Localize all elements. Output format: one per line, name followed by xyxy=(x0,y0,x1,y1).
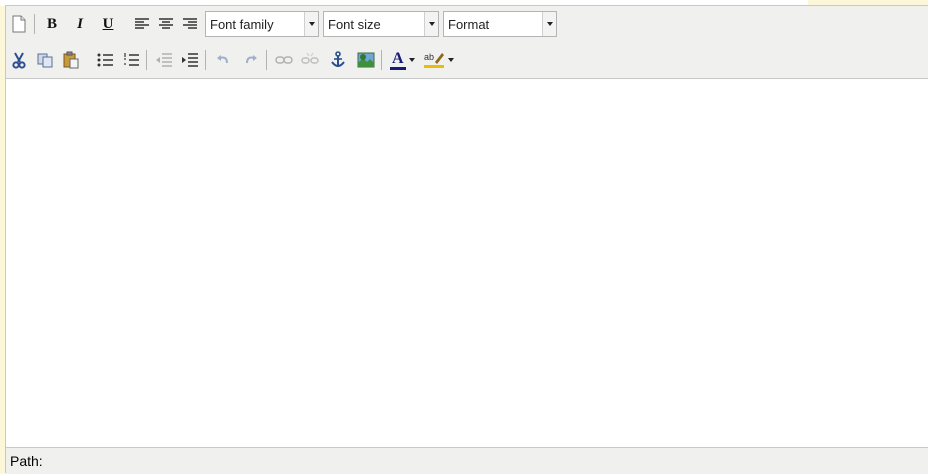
paste-icon xyxy=(63,51,79,69)
font-size-dropdown-arrow[interactable] xyxy=(424,12,438,36)
align-left-button[interactable] xyxy=(131,13,153,35)
copy-icon xyxy=(37,53,53,68)
unlink-button[interactable] xyxy=(299,49,321,71)
paste-button[interactable] xyxy=(60,49,82,71)
underline-icon: U xyxy=(102,15,114,32)
chevron-down-icon[interactable] xyxy=(408,58,415,62)
anchor-icon xyxy=(331,51,345,67)
toolbar-separator xyxy=(34,14,35,34)
italic-button[interactable]: I xyxy=(69,13,91,35)
toolbar-separator xyxy=(205,50,206,70)
new-document-button[interactable] xyxy=(8,13,30,35)
link-icon xyxy=(275,56,293,64)
align-center-icon xyxy=(159,18,173,29)
format-label: Format xyxy=(448,16,490,32)
toolbar-separator xyxy=(266,50,267,70)
format-select[interactable]: Format xyxy=(443,11,557,37)
font-family-select[interactable]: Font family xyxy=(205,11,319,37)
bold-icon: B xyxy=(46,15,57,32)
unlink-icon xyxy=(301,52,319,64)
toolbar-row-1: B I U Font family Font size Format xyxy=(6,8,928,40)
highlight-icon: ab xyxy=(423,52,444,68)
numbered-list-icon xyxy=(124,53,139,66)
text-color-icon: A xyxy=(390,50,406,70)
undo-icon xyxy=(217,55,228,64)
font-size-select[interactable]: Font size xyxy=(323,11,439,37)
image-button[interactable] xyxy=(355,49,377,71)
font-family-dropdown-arrow[interactable] xyxy=(304,12,318,36)
underline-button[interactable]: U xyxy=(97,13,119,35)
align-right-icon xyxy=(183,18,197,29)
chevron-down-icon xyxy=(428,22,435,26)
copy-button[interactable] xyxy=(34,49,56,71)
toolbar-separator xyxy=(146,50,147,70)
image-icon xyxy=(357,52,375,68)
toolbar-row-2: A ab xyxy=(6,44,928,76)
italic-icon: I xyxy=(77,15,83,32)
new-document-icon xyxy=(12,15,26,33)
bold-button[interactable]: B xyxy=(41,13,63,35)
path-label: Path: xyxy=(10,453,43,469)
bullet-list-button[interactable] xyxy=(94,49,116,71)
chevron-down-icon xyxy=(546,22,553,26)
anchor-button[interactable] xyxy=(327,49,349,71)
link-button[interactable] xyxy=(273,49,295,71)
indent-button[interactable] xyxy=(179,49,201,71)
outdent-button[interactable] xyxy=(153,49,175,71)
svg-text:ab: ab xyxy=(424,52,434,62)
outdent-icon xyxy=(156,53,172,67)
highlight-color-button[interactable]: ab xyxy=(423,50,454,70)
rich-text-editor: B I U Font family Font size Format A ab … xyxy=(5,5,928,474)
numbered-list-button[interactable] xyxy=(120,49,142,71)
chevron-down-icon xyxy=(308,22,315,26)
chevron-down-icon[interactable] xyxy=(447,58,454,62)
status-bar: Path: xyxy=(6,448,928,474)
bullet-list-icon xyxy=(97,53,113,67)
align-center-button[interactable] xyxy=(155,13,177,35)
undo-button[interactable] xyxy=(212,49,234,71)
align-right-button[interactable] xyxy=(179,13,201,35)
redo-button[interactable] xyxy=(240,49,262,71)
toolbar-separator xyxy=(381,50,382,70)
indent-icon xyxy=(182,53,198,67)
cut-button[interactable] xyxy=(8,49,30,71)
format-dropdown-arrow[interactable] xyxy=(542,12,556,36)
redo-icon xyxy=(246,55,257,64)
align-left-icon xyxy=(135,18,149,29)
font-size-label: Font size xyxy=(328,16,381,32)
font-family-label: Font family xyxy=(210,16,274,32)
editor-content-area[interactable] xyxy=(6,78,928,448)
scissors-icon xyxy=(12,52,26,69)
text-color-button[interactable]: A xyxy=(390,50,415,70)
